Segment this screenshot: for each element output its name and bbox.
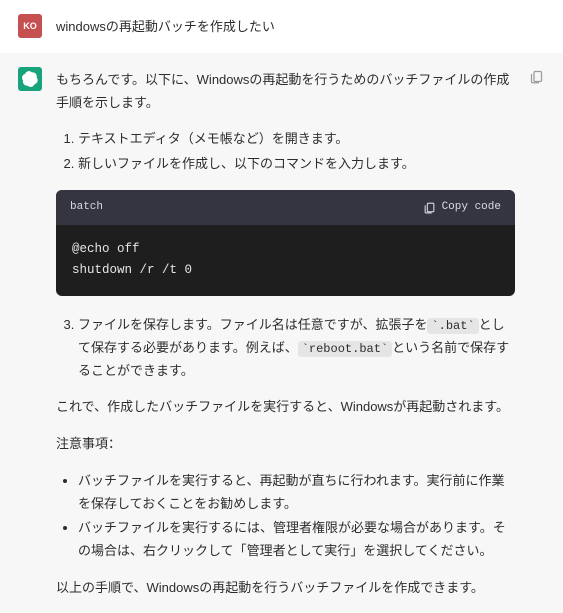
user-message: KO windowsの再起動バッチを作成したい bbox=[0, 0, 563, 53]
step-1: テキストエディタ（メモ帳など）を開きます。 bbox=[78, 128, 515, 151]
inline-code-ext: `.bat` bbox=[427, 318, 478, 334]
note-1: バッチファイルを実行すると、再起動が直ちに行われます。実行前に作業を保存しておく… bbox=[78, 470, 515, 516]
after-steps-paragraph: これで、作成したバッチファイルを実行すると、Windowsが再起動されます。 bbox=[56, 396, 515, 419]
user-content: windowsの再起動バッチを作成したい bbox=[56, 14, 545, 39]
notes-heading: 注意事項： bbox=[56, 433, 515, 456]
user-text: windowsの再起動バッチを作成したい bbox=[56, 19, 275, 34]
inline-code-filename: `reboot.bat` bbox=[298, 341, 392, 357]
assistant-message: もちろんです。以下に、Windowsの再起動を行うためのバッチファイルの作成手順… bbox=[0, 53, 563, 613]
code-language-label: batch bbox=[70, 198, 103, 217]
code-content: @echo off shutdown /r /t 0 bbox=[56, 225, 515, 296]
assistant-content: もちろんです。以下に、Windowsの再起動を行うためのバッチファイルの作成手順… bbox=[56, 67, 515, 600]
code-header: batch Copy code bbox=[56, 190, 515, 225]
step-2: 新しいファイルを作成し、以下のコマンドを入力します。 bbox=[78, 153, 515, 176]
intro-paragraph: もちろんです。以下に、Windowsの再起動を行うためのバッチファイルの作成手順… bbox=[56, 69, 515, 115]
assistant-avatar bbox=[18, 67, 42, 91]
steps-list: テキストエディタ（メモ帳など）を開きます。 新しいファイルを作成し、以下のコマン… bbox=[56, 128, 515, 176]
message-actions bbox=[529, 67, 545, 600]
closing-paragraph: 以上の手順で、Windowsの再起動を行うバッチファイルを作成できます。 bbox=[56, 577, 515, 600]
code-block: batch Copy code @echo off shutdown /r /t… bbox=[56, 190, 515, 296]
clipboard-icon bbox=[423, 201, 436, 214]
user-avatar: KO bbox=[18, 14, 42, 38]
step-3: ファイルを保存します。ファイル名は任意ですが、拡張子を`.bat`として保存する… bbox=[78, 314, 515, 383]
steps-list-continued: ファイルを保存します。ファイル名は任意ですが、拡張子を`.bat`として保存する… bbox=[56, 314, 515, 383]
copy-code-button[interactable]: Copy code bbox=[423, 201, 501, 214]
notes-list: バッチファイルを実行すると、再起動が直ちに行われます。実行前に作業を保存しておく… bbox=[56, 470, 515, 563]
copy-code-label: Copy code bbox=[442, 201, 501, 213]
copy-message-icon[interactable] bbox=[529, 69, 544, 84]
